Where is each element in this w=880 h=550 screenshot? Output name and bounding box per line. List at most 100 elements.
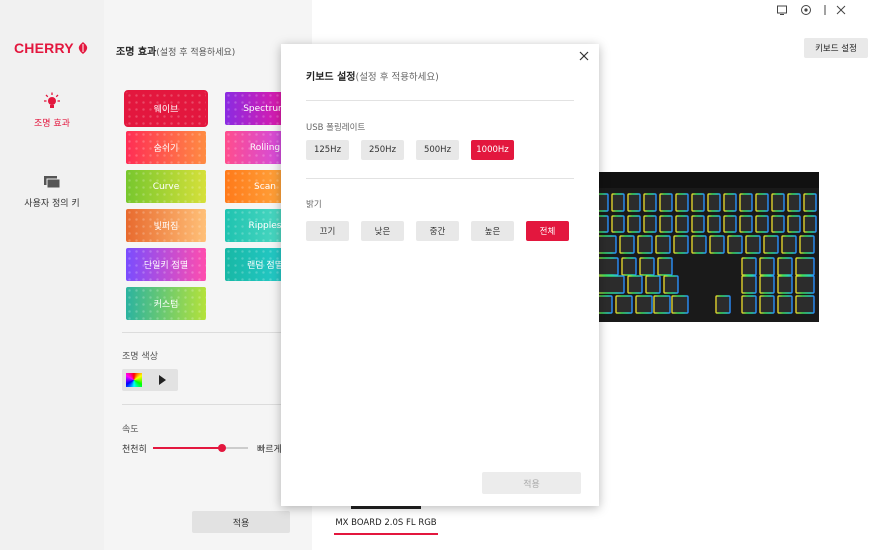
effect-button[interactable]: 웨이브: [124, 90, 208, 127]
polling-rate-option[interactable]: 1000Hz: [471, 140, 514, 160]
keyboard-key: [763, 235, 779, 254]
keyboard-key: [659, 193, 673, 212]
left-nav: CHERRY 조명 효과 사용자 정의 키: [0, 0, 104, 550]
keyboard-key: [707, 193, 721, 212]
keyboard-key: [637, 235, 653, 254]
brightness-option[interactable]: 끄기: [306, 221, 349, 241]
keyboard-key: [727, 235, 743, 254]
keyboard-key: [707, 215, 721, 233]
keyboard-key: [615, 295, 633, 314]
keyboard-key: [787, 215, 801, 233]
divider: [306, 100, 574, 101]
keyboard-key: [595, 257, 619, 276]
dialog-apply-button[interactable]: 적용: [482, 472, 581, 494]
nav-label-lighting: 조명 효과: [34, 119, 70, 129]
keyboard-key: [777, 257, 793, 276]
keyboard-key: [671, 295, 689, 314]
brightness-option[interactable]: 전체: [526, 221, 569, 241]
cherry-logo: CHERRY: [14, 40, 90, 56]
keyboard-key: [799, 235, 815, 254]
keyboard-key: [691, 193, 705, 212]
play-icon: [159, 375, 166, 385]
keyboard-key: [595, 275, 625, 294]
keyboard-key: [759, 295, 775, 314]
keyboard-key: [643, 215, 657, 233]
panel-title: 조명 효과(설정 후 적용하세요): [116, 43, 235, 58]
keyboard-key: [759, 275, 775, 294]
keyboard-key: [741, 295, 757, 314]
polling-rate-option[interactable]: 500Hz: [416, 140, 459, 160]
polling-rate-option[interactable]: 250Hz: [361, 140, 404, 160]
polling-rate-option[interactable]: 125Hz: [306, 140, 349, 160]
keyboard-key: [739, 193, 753, 212]
keyboard-key: [635, 295, 653, 314]
effect-button[interactable]: Curve: [126, 170, 206, 203]
effect-button[interactable]: 숨쉬기: [126, 131, 206, 164]
nav-item-custom-keys[interactable]: 사용자 정의 키: [0, 174, 104, 209]
window-icon[interactable]: [776, 4, 788, 16]
color-picker-button[interactable]: [122, 369, 178, 391]
apply-button[interactable]: 적용: [192, 511, 290, 533]
close-icon[interactable]: [835, 4, 847, 16]
keyboard-key: [745, 235, 761, 254]
keyboard-key: [675, 215, 689, 233]
brightness-option[interactable]: 낮은: [361, 221, 404, 241]
keyboard-key: [639, 257, 655, 276]
keyboard-key: [777, 275, 793, 294]
brightness-option[interactable]: 중간: [416, 221, 459, 241]
keyboard-key: [653, 295, 671, 314]
speed-slider-thumb[interactable]: [218, 444, 227, 452]
keyboard-key: [787, 193, 801, 212]
settings-icon[interactable]: [800, 4, 812, 16]
keyboard-settings-dialog: 키보드 설정(설정 후 적용하세요) USB 폴링레이트 125Hz 250Hz 5…: [281, 44, 599, 506]
keyboard-key: [723, 193, 737, 212]
minimize-icon[interactable]: [819, 4, 831, 16]
color-swatch-icon: [126, 373, 142, 387]
keyboard-key: [595, 235, 617, 254]
keyboard-key: [771, 193, 785, 212]
device-thumbnail: [351, 506, 421, 509]
speed-min-label: 천천히: [122, 445, 147, 455]
keyboard-key: [643, 193, 657, 212]
keyboard-key: [771, 215, 785, 233]
keyboard-key: [795, 257, 815, 276]
keyboard-key: [795, 295, 815, 314]
keyboard-image: [592, 172, 819, 322]
effect-button[interactable]: 단일키 점멸: [126, 248, 206, 281]
keyboard-key: [627, 215, 641, 233]
keyboard-key: [741, 275, 757, 294]
lightbulb-icon: [44, 92, 60, 108]
keyboard-key: [675, 193, 689, 212]
effect-button[interactable]: 커스텀: [126, 287, 206, 320]
keyboard-key: [781, 235, 797, 254]
keyboard-key: [755, 193, 769, 212]
keyboard-key: [621, 257, 637, 276]
dialog-close-icon[interactable]: [578, 50, 590, 62]
brightness-option[interactable]: 높은: [471, 221, 514, 241]
keyboard-key: [619, 235, 635, 254]
keyboard-settings-button[interactable]: 키보드 설정: [804, 38, 868, 58]
cherry-logo-icon: [78, 42, 88, 54]
speed-slider-fill: [153, 447, 223, 449]
panel-title-text: 조명 효과: [116, 47, 157, 58]
nav-label-custom-keys: 사용자 정의 키: [24, 199, 80, 209]
keyboard-key: [803, 193, 817, 212]
keyboard-key: [659, 215, 673, 233]
keyboard-key: [741, 257, 757, 276]
effect-button[interactable]: 빛퍼짐: [126, 209, 206, 242]
keyboard-key: [657, 257, 673, 276]
brand-text: CHERRY: [14, 40, 74, 56]
keyboard-key: [777, 295, 793, 314]
keyboard-key: [715, 295, 731, 314]
dialog-title: 키보드 설정(설정 후 적용하세요): [306, 68, 439, 83]
speed-label: 속도: [122, 425, 139, 435]
keyboard-key: [755, 215, 769, 233]
nav-item-lighting[interactable]: 조명 효과: [0, 92, 104, 129]
device-name[interactable]: MX BOARD 2.0S FL RGB: [334, 518, 438, 528]
dialog-title-hint: (설정 후 적용하세요): [355, 72, 439, 83]
speed-slider[interactable]: [153, 444, 248, 452]
keyboard-key: [723, 215, 737, 233]
keyboard-key: [627, 193, 641, 212]
device-selected-underline: [334, 533, 438, 535]
keyboard-key: [691, 235, 707, 254]
